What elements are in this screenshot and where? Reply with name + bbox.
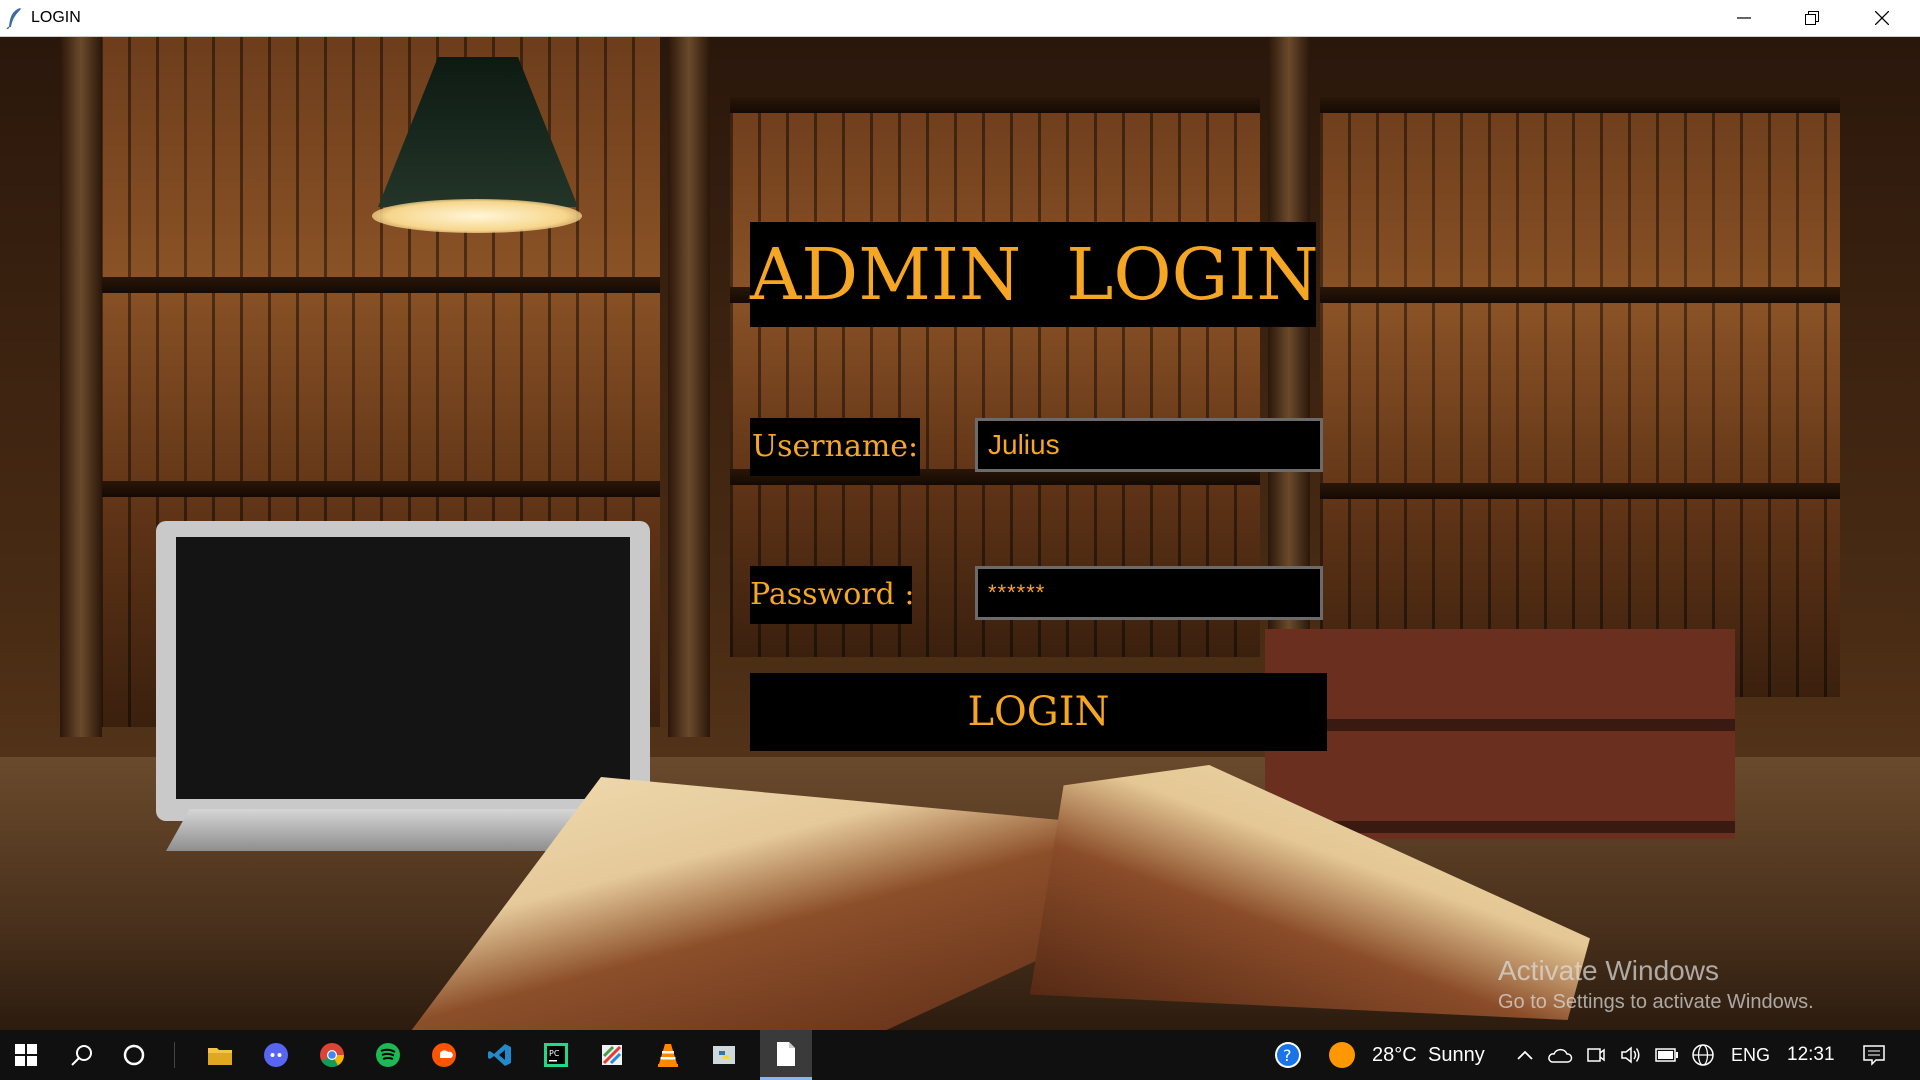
soundcloud-icon bbox=[432, 1043, 456, 1067]
bookshelf-right bbox=[1320, 97, 1840, 697]
taskbar: PC ? 28°C Sunny ENG 12:31 bbox=[0, 1030, 1920, 1080]
globe-icon bbox=[1692, 1044, 1714, 1066]
taskbar-app-pycharm[interactable]: PC bbox=[530, 1030, 582, 1080]
close-icon bbox=[1875, 11, 1889, 25]
shelf-board bbox=[1320, 97, 1840, 113]
help-icon: ? bbox=[1275, 1042, 1301, 1068]
cloud-icon bbox=[1548, 1048, 1573, 1063]
spotify-icon bbox=[376, 1043, 400, 1067]
taskbar-app-vscode[interactable] bbox=[474, 1030, 526, 1080]
window-titlebar: LOGIN bbox=[0, 0, 1920, 37]
file-explorer-icon bbox=[208, 1048, 232, 1065]
taskbar-app-discord[interactable] bbox=[250, 1030, 302, 1080]
cortana-button[interactable] bbox=[108, 1030, 160, 1080]
stacked-books-image bbox=[1265, 629, 1735, 839]
discord-icon bbox=[264, 1043, 288, 1067]
carved-pillar bbox=[60, 37, 102, 737]
python-idle-icon bbox=[713, 1046, 735, 1064]
vscode-icon bbox=[488, 1044, 511, 1066]
taskbar-app-python-idle[interactable] bbox=[698, 1030, 750, 1080]
shelf-board bbox=[730, 97, 1260, 113]
start-button[interactable] bbox=[0, 1030, 52, 1080]
camera-icon bbox=[1587, 1048, 1605, 1062]
laptop-image bbox=[156, 521, 650, 821]
username-label: Username: bbox=[750, 418, 920, 476]
password-input[interactable] bbox=[978, 569, 1320, 617]
taskbar-separator bbox=[174, 1042, 175, 1068]
username-field[interactable] bbox=[975, 418, 1323, 472]
chevron-up-icon bbox=[1517, 1050, 1533, 1060]
weather-temperature[interactable]: 28°C bbox=[1372, 1030, 1417, 1080]
search-icon bbox=[71, 1045, 92, 1066]
window-title: LOGIN bbox=[31, 9, 81, 26]
restore-button[interactable] bbox=[1778, 0, 1846, 36]
start-icon bbox=[15, 1044, 37, 1066]
help-button[interactable]: ? bbox=[1268, 1030, 1308, 1080]
minimize-button[interactable] bbox=[1710, 0, 1778, 36]
input-language-indicator[interactable]: ENG bbox=[1731, 1030, 1770, 1080]
paint-app-icon bbox=[602, 1045, 622, 1065]
password-field[interactable] bbox=[975, 566, 1323, 620]
meet-now-button[interactable] bbox=[1582, 1030, 1610, 1080]
shelf-board bbox=[100, 481, 660, 497]
network-button[interactable] bbox=[1688, 1030, 1718, 1080]
sun-icon bbox=[1329, 1042, 1355, 1068]
username-input[interactable] bbox=[978, 421, 1320, 469]
cortana-icon bbox=[123, 1044, 145, 1066]
restore-icon bbox=[1805, 11, 1819, 25]
feather-icon bbox=[6, 8, 21, 29]
taskbar-app-chrome[interactable] bbox=[306, 1030, 358, 1080]
watermark-subtitle: Go to Settings to activate Windows. bbox=[1498, 991, 1814, 1013]
close-button[interactable] bbox=[1848, 0, 1916, 36]
weather-condition[interactable]: Sunny bbox=[1428, 1030, 1485, 1080]
carved-pillar bbox=[668, 37, 710, 737]
shelf-board bbox=[1320, 287, 1840, 303]
notification-icon bbox=[1863, 1045, 1885, 1066]
watermark-title: Activate Windows bbox=[1498, 955, 1719, 986]
volume-icon bbox=[1621, 1046, 1640, 1064]
admin-login-heading: ADMIN LOGIN bbox=[750, 222, 1318, 327]
vlc-icon bbox=[658, 1044, 678, 1067]
onedrive-button[interactable] bbox=[1544, 1030, 1576, 1080]
minimize-icon bbox=[1737, 17, 1751, 19]
shelf-board bbox=[100, 277, 660, 293]
system-clock[interactable]: 12:31 bbox=[1787, 1030, 1835, 1080]
notepad-icon bbox=[777, 1041, 795, 1066]
password-label: Password : bbox=[750, 566, 914, 624]
battery-icon bbox=[1655, 1048, 1678, 1062]
search-button[interactable] bbox=[56, 1030, 108, 1080]
shelf-board bbox=[1320, 483, 1840, 499]
taskbar-app-notepad[interactable] bbox=[760, 1030, 812, 1080]
notifications-button[interactable] bbox=[1854, 1030, 1894, 1080]
taskbar-app-paint[interactable] bbox=[586, 1030, 638, 1080]
volume-button[interactable] bbox=[1616, 1030, 1646, 1080]
svg-text:PC: PC bbox=[549, 1049, 560, 1058]
show-hidden-icons-button[interactable] bbox=[1510, 1030, 1540, 1080]
taskbar-app-file-explorer[interactable] bbox=[194, 1030, 246, 1080]
login-button[interactable]: LOGIN bbox=[750, 673, 1327, 751]
weather-button[interactable] bbox=[1324, 1030, 1360, 1080]
lamp-light bbox=[372, 199, 582, 233]
taskbar-app-spotify[interactable] bbox=[362, 1030, 414, 1080]
window-content: ADMIN LOGIN Username: Password : LOGIN A… bbox=[0, 37, 1920, 1030]
taskbar-app-soundcloud[interactable] bbox=[418, 1030, 470, 1080]
taskbar-app-vlc[interactable] bbox=[642, 1030, 694, 1080]
activate-windows-watermark: Activate Windows Go to Settings to activ… bbox=[1498, 953, 1814, 1015]
chrome-icon bbox=[320, 1043, 344, 1068]
svg-text:?: ? bbox=[1283, 1046, 1292, 1065]
pycharm-icon: PC bbox=[544, 1043, 568, 1067]
battery-button[interactable] bbox=[1652, 1030, 1682, 1080]
